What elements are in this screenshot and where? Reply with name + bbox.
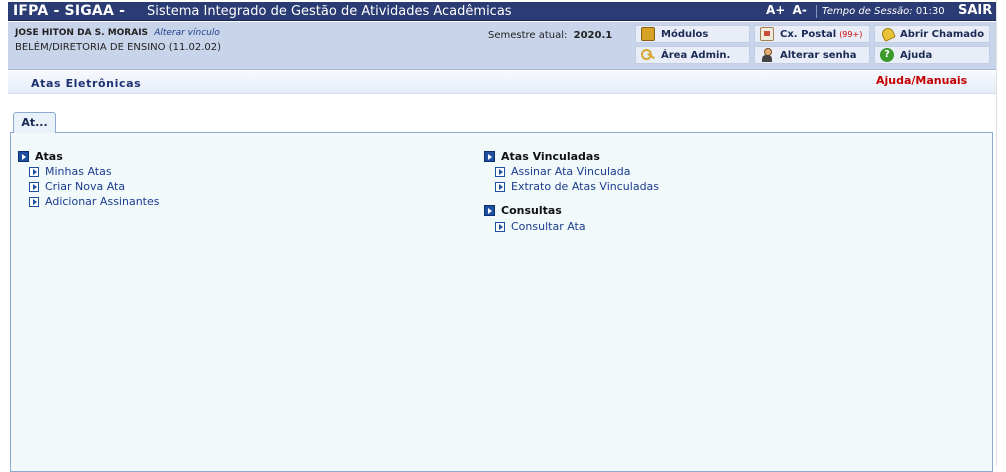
ajuda-button[interactable]: ? Ajuda xyxy=(874,46,990,64)
user-name-line: JOSE HITON DA S. MORAIS Alterar vínculo xyxy=(15,28,220,38)
section-vinculadas-title: Atas Vinculadas xyxy=(501,150,600,163)
page-title-bar: Atas Eletrônicas Ajuda/Manuais xyxy=(8,71,996,94)
abrir-chamado-button[interactable]: Abrir Chamado xyxy=(874,25,990,43)
section-atas-title: Atas xyxy=(35,150,63,163)
system-brand: IFPA - SIGAA - xyxy=(13,3,126,19)
ajuda-label: Ajuda xyxy=(900,49,933,61)
section-arrow-icon xyxy=(484,151,495,162)
session-timer: Tempo de Sessão: 01:30 xyxy=(822,6,945,17)
area-admin-button[interactable]: Área Admin. xyxy=(635,46,750,64)
mail-count-badge: (99+) xyxy=(839,29,863,39)
menu-item-minhas-atas[interactable]: Minhas Atas xyxy=(29,165,112,178)
menu-item-label: Minhas Atas xyxy=(45,165,112,178)
alterar-senha-label: Alterar senha xyxy=(780,49,857,61)
caixa-postal-button[interactable]: Cx. Postal (99+) xyxy=(754,25,870,43)
user-name: JOSE HITON DA S. MORAIS xyxy=(15,28,149,38)
menu-item-label: Consultar Ata xyxy=(511,220,586,233)
arrow-icon xyxy=(29,166,39,177)
session-time: 01:30 xyxy=(915,6,945,17)
menu-item-label: Extrato de Atas Vinculadas xyxy=(511,180,660,193)
section-consultas-title: Consultas xyxy=(501,204,562,217)
arrow-icon xyxy=(495,221,505,232)
system-subtitle: Sistema Integrado de Gestão de Atividade… xyxy=(147,4,512,19)
tab-atas[interactable]: At... xyxy=(13,112,56,133)
menu-item-assinar-ata-vinculada[interactable]: Assinar Ata Vinculada xyxy=(495,165,631,178)
menu-item-extrato-atas-vinculadas[interactable]: Extrato de Atas Vinculadas xyxy=(495,180,659,193)
bell-icon xyxy=(880,27,894,41)
menu-item-adicionar-assinantes[interactable]: Adicionar Assinantes xyxy=(29,195,159,208)
package-icon xyxy=(641,27,655,41)
section-consultas: Consultas xyxy=(484,204,562,217)
arrow-icon xyxy=(495,166,505,177)
user-info-bar: JOSE HITON DA S. MORAIS Alterar vínculo … xyxy=(8,22,996,70)
page-title: Atas Eletrônicas xyxy=(31,77,142,90)
menu-item-consultar-ata[interactable]: Consultar Ata xyxy=(495,220,586,233)
caixa-postal-label: Cx. Postal xyxy=(780,28,837,40)
arrow-icon xyxy=(29,181,39,192)
alterar-senha-button[interactable]: Alterar senha xyxy=(754,46,870,64)
menu-item-label: Assinar Ata Vinculada xyxy=(511,165,631,178)
key-icon xyxy=(641,48,655,62)
divider xyxy=(816,5,817,18)
menu-item-label: Criar Nova Ata xyxy=(45,180,126,193)
window-edge xyxy=(996,0,1006,466)
section-atas: Atas xyxy=(18,150,63,163)
top-bar: IFPA - SIGAA - Sistema Integrado de Gest… xyxy=(8,2,996,21)
semester-label: Semestre atual: xyxy=(488,30,568,41)
mailbox-icon xyxy=(760,27,774,41)
section-atas-vinculadas: Atas Vinculadas xyxy=(484,150,600,163)
modulos-button[interactable]: Módulos xyxy=(635,25,750,43)
modulos-label: Módulos xyxy=(661,28,709,40)
menu-item-criar-nova-ata[interactable]: Criar Nova Ata xyxy=(29,180,125,193)
current-semester: Semestre atual: 2020.1 xyxy=(488,30,612,41)
page: IFPA - SIGAA - Sistema Integrado de Gest… xyxy=(0,0,1006,472)
user-unit: BELÉM/DIRETORIA DE ENSINO (11.02.02) xyxy=(15,42,222,53)
arrow-icon xyxy=(29,196,39,207)
tab-content-panel: Atas Minhas Atas Criar Nova Ata Adiciona… xyxy=(10,132,993,472)
help-manuals-link[interactable]: Ajuda/Manuais xyxy=(876,74,967,87)
section-arrow-icon xyxy=(484,205,495,216)
abrir-chamado-label: Abrir Chamado xyxy=(900,28,985,40)
font-size-controls: A+ A- xyxy=(766,3,810,17)
font-increase-button[interactable]: A+ xyxy=(766,3,785,17)
session-label: Tempo de Sessão: xyxy=(822,6,913,17)
user-icon xyxy=(760,48,774,62)
menu-item-label: Adicionar Assinantes xyxy=(45,195,160,208)
help-icon: ? xyxy=(880,48,894,62)
semester-value: 2020.1 xyxy=(573,30,613,41)
arrow-icon xyxy=(495,181,505,192)
change-link-link[interactable]: Alterar vínculo xyxy=(154,28,220,38)
area-admin-label: Área Admin. xyxy=(661,49,731,61)
font-decrease-button[interactable]: A- xyxy=(793,3,807,17)
section-arrow-icon xyxy=(18,151,29,162)
logout-button[interactable]: SAIR xyxy=(958,3,992,18)
